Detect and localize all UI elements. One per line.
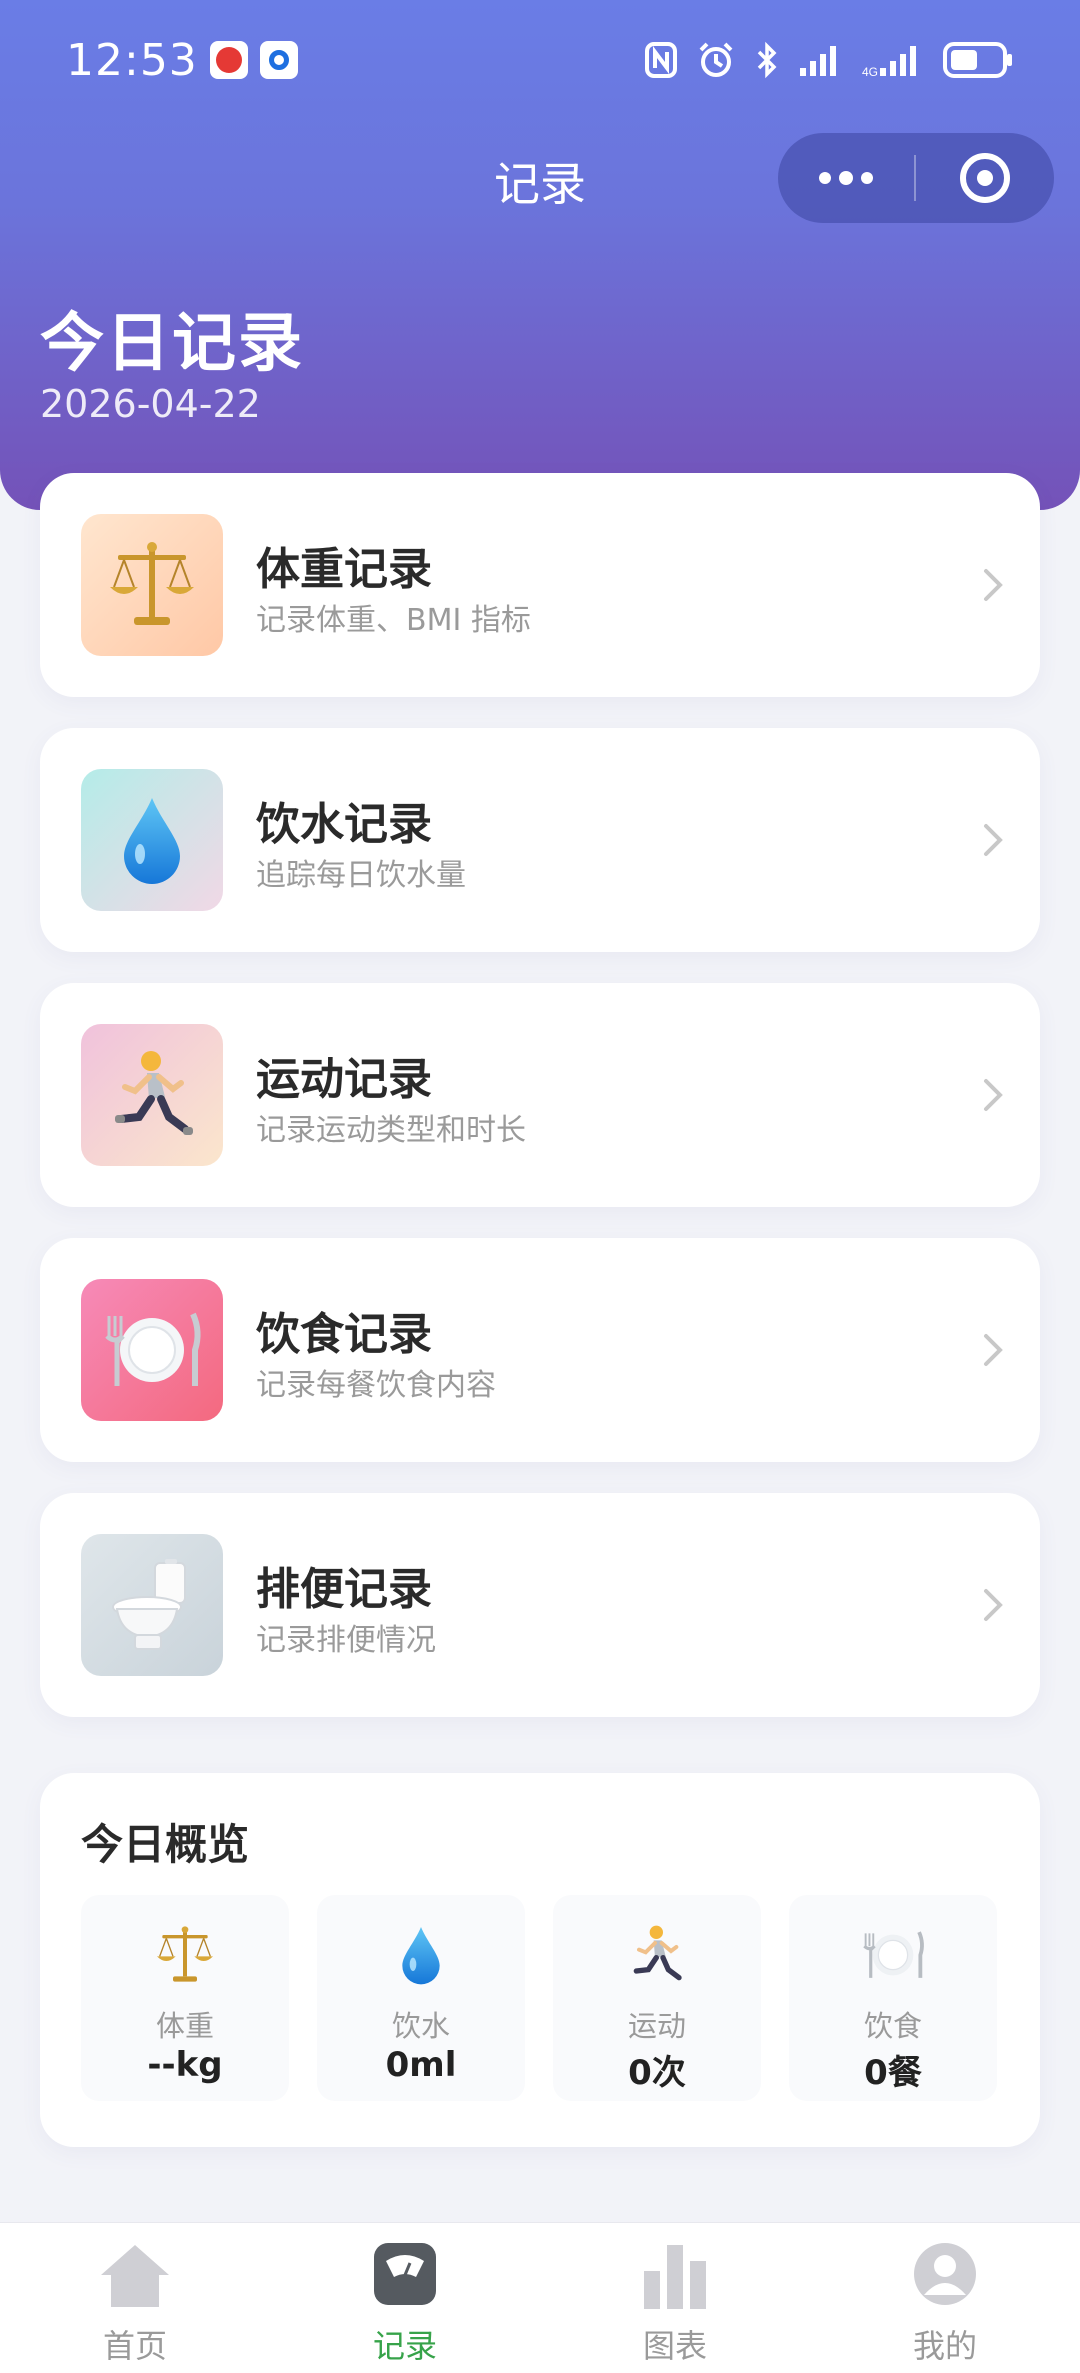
alarm-icon xyxy=(699,42,733,77)
battery-icon xyxy=(943,42,1012,78)
card-subtitle: 记录体重、BMI 指标 xyxy=(256,603,531,638)
signal-icon xyxy=(800,46,836,76)
home-icon xyxy=(0,2241,270,2315)
water-drop-icon xyxy=(317,1923,525,1987)
tab-profile[interactable]: 我的 xyxy=(810,2223,1080,2373)
overview-water: 饮水 0ml xyxy=(317,1895,525,2101)
tab-home[interactable]: 首页 xyxy=(0,2223,270,2373)
notification-app-icon xyxy=(209,41,248,79)
signal-icon-2: 4G xyxy=(862,46,916,78)
today-overview-card: 今日概览 体重 --kg 饮水 0ml 运动 0次 饮食 0餐 xyxy=(40,1773,1040,2147)
overview-value: --kg xyxy=(147,2045,223,2085)
tab-records[interactable]: 记录 xyxy=(270,2223,540,2373)
card-subtitle: 记录每餐饮食内容 xyxy=(256,1368,496,1403)
notification-app-icon-2 xyxy=(259,41,298,79)
plate-icon xyxy=(789,1923,997,1987)
more-button[interactable] xyxy=(778,133,914,223)
card-subtitle: 记录运动类型和时长 xyxy=(256,1113,526,1148)
overview-label: 体重 xyxy=(155,2009,214,2043)
card-title: 排便记录 xyxy=(256,1564,432,1615)
overview-value: 0ml xyxy=(385,2045,457,2085)
plate-icon xyxy=(81,1279,223,1421)
miniprogram-capsule xyxy=(778,133,1054,223)
more-dot-icon xyxy=(819,172,831,184)
overview-value: 0餐 xyxy=(864,2053,922,2093)
record-icon xyxy=(270,2241,540,2315)
status-time: 12:53 xyxy=(66,34,198,86)
water-record-card[interactable]: 饮水记录 追踪每日饮水量 xyxy=(40,728,1040,952)
tab-label: 首页 xyxy=(102,2327,167,2365)
overview-weight: 体重 --kg xyxy=(81,1895,289,2101)
diet-record-card[interactable]: 饮食记录 记录每餐饮食内容 xyxy=(40,1238,1040,1462)
chevron-right-icon xyxy=(984,824,1003,856)
more-dot-icon xyxy=(861,172,873,184)
weight-record-card[interactable]: 体重记录 记录体重、BMI 指标 xyxy=(40,473,1040,697)
overview-value: 0次 xyxy=(628,2053,686,2093)
bowel-record-card[interactable]: 排便记录 记录排便情况 xyxy=(40,1493,1040,1717)
tab-label: 记录 xyxy=(372,2327,437,2365)
chevron-right-icon xyxy=(984,1334,1003,1366)
profile-icon xyxy=(810,2241,1080,2315)
card-title: 运动记录 xyxy=(256,1054,432,1105)
runner-icon xyxy=(81,1024,223,1166)
runner-icon xyxy=(553,1923,761,1987)
bottom-tab-bar: 首页 记录 图表 我的 xyxy=(0,2222,1080,2373)
tab-label: 图表 xyxy=(642,2327,707,2365)
overview-label: 饮水 xyxy=(391,2009,450,2043)
svg-text:4G: 4G xyxy=(862,65,878,78)
toilet-icon xyxy=(81,1534,223,1676)
nfc-icon xyxy=(645,42,677,78)
overview-exercise: 运动 0次 xyxy=(553,1895,761,2101)
overview-diet: 饮食 0餐 xyxy=(789,1895,997,2101)
scale-icon xyxy=(81,1923,289,1987)
header-banner: 12:53 4G 记录 今日记录 2026-04-22 xyxy=(0,0,1080,510)
status-bar: 12:53 4G xyxy=(0,0,1080,120)
exercise-record-card[interactable]: 运动记录 记录运动类型和时长 xyxy=(40,983,1040,1207)
target-icon xyxy=(960,153,1010,203)
card-subtitle: 追踪每日饮水量 xyxy=(256,858,466,893)
card-title: 体重记录 xyxy=(256,544,432,595)
chart-icon xyxy=(540,2241,810,2315)
bluetooth-icon xyxy=(757,41,777,79)
chevron-right-icon xyxy=(984,569,1003,601)
close-miniprogram-button[interactable] xyxy=(916,153,1054,203)
tab-charts[interactable]: 图表 xyxy=(540,2223,810,2373)
page-date: 2026-04-22 xyxy=(40,382,261,426)
chevron-right-icon xyxy=(984,1589,1003,1621)
scale-icon xyxy=(81,514,223,656)
overview-label: 运动 xyxy=(627,2009,686,2043)
overview-title: 今日概览 xyxy=(81,1820,250,1869)
more-dot-icon xyxy=(839,171,853,185)
card-subtitle: 记录排便情况 xyxy=(256,1623,436,1658)
tab-label: 我的 xyxy=(912,2327,977,2365)
card-title: 饮水记录 xyxy=(256,799,432,850)
card-title: 饮食记录 xyxy=(256,1309,432,1360)
page-title: 今日记录 xyxy=(40,307,304,381)
overview-label: 饮食 xyxy=(863,2009,922,2043)
water-drop-icon xyxy=(81,769,223,911)
status-icons: 4G xyxy=(644,40,1014,80)
chevron-right-icon xyxy=(984,1079,1003,1111)
